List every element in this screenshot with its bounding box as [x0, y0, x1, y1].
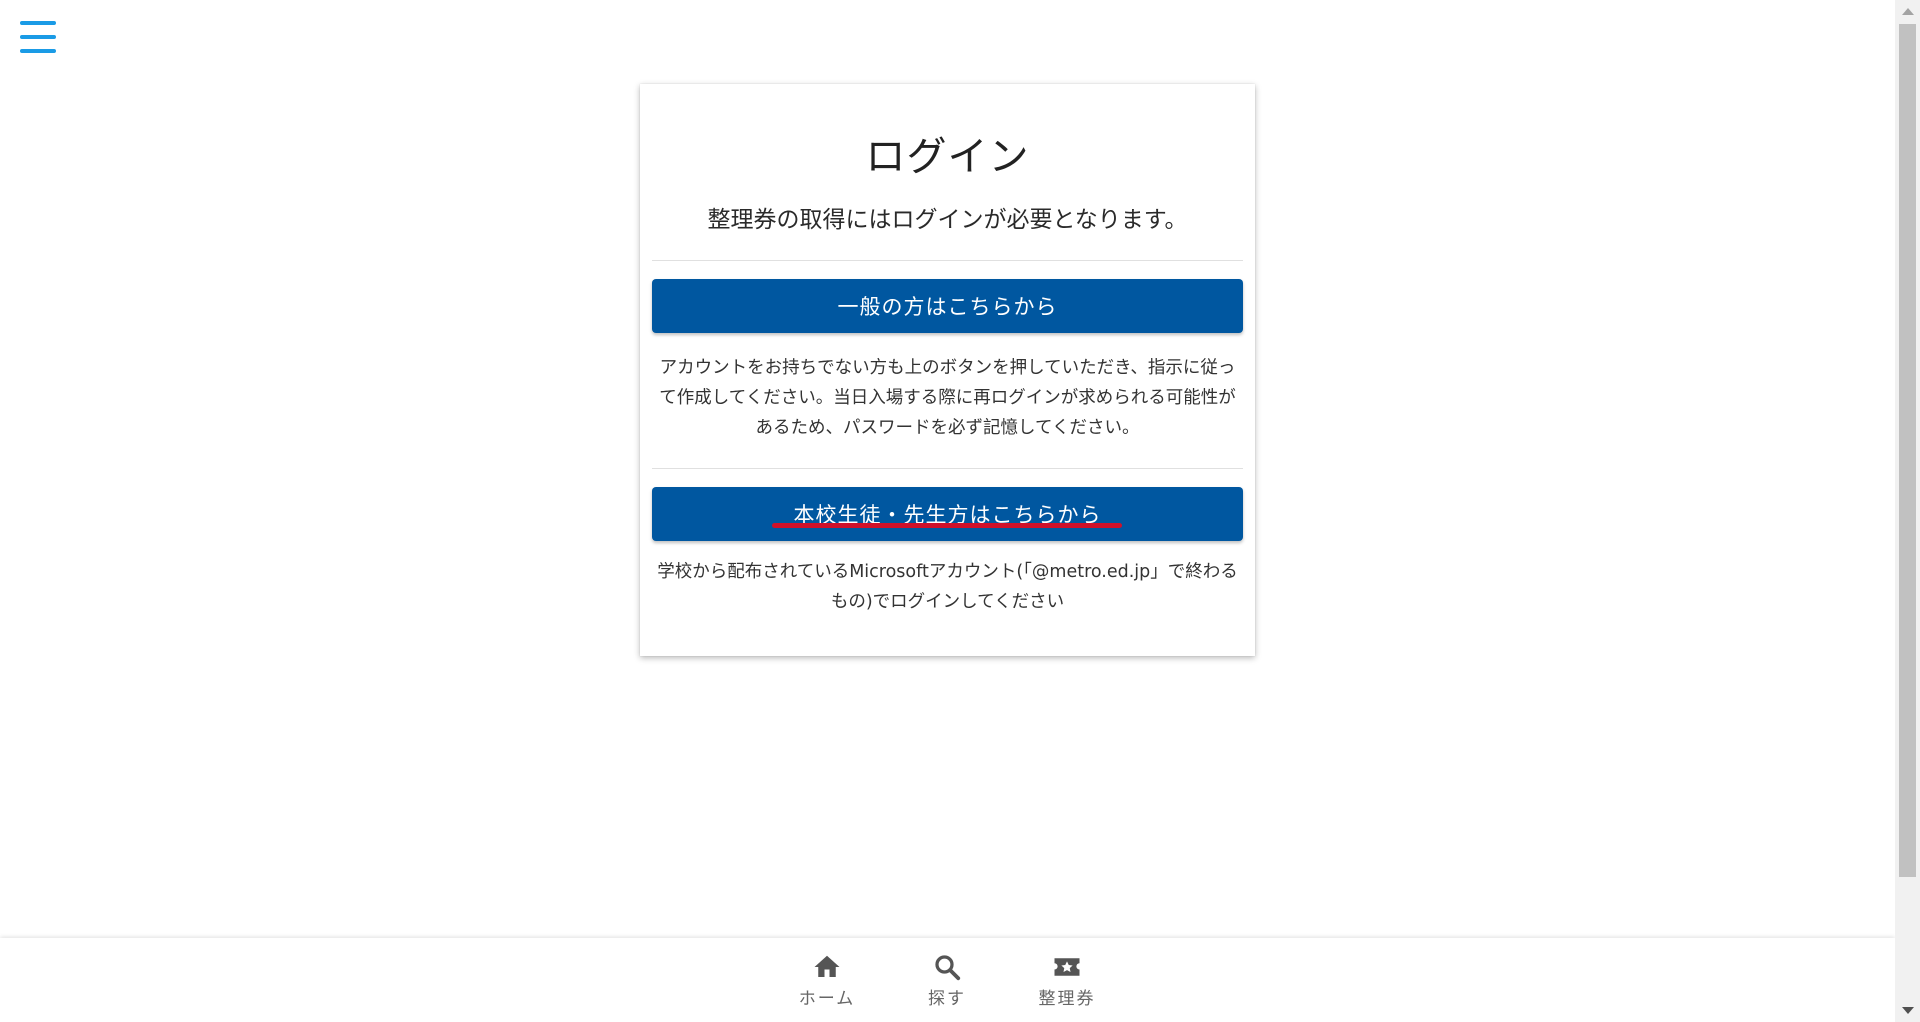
page: ログイン 整理券の取得にはログインが必要となります。 一般の方はこちらから アカ…: [0, 0, 1895, 1022]
ticket-icon: [1054, 958, 1080, 976]
scroll-up-arrow-icon[interactable]: [1902, 8, 1914, 15]
home-icon: [814, 955, 840, 977]
bottom-navigation: ホーム 探す 整理券: [0, 938, 1895, 1022]
search-icon: [935, 955, 961, 981]
scroll-down-arrow-icon[interactable]: [1902, 1007, 1914, 1014]
school-login-description: 学校から配布されているMicrosoftアカウント(「@metro.ed.jp」…: [657, 562, 1238, 612]
nav-item-search[interactable]: 探す: [902, 952, 992, 1009]
page-title: ログイン: [865, 134, 1030, 180]
nav-item-label: ホーム: [798, 989, 856, 1009]
divider: [652, 468, 1243, 469]
divider: [652, 260, 1243, 261]
red-underline-annotation: [772, 523, 1122, 528]
nav-item-label: 整理券: [1038, 989, 1096, 1009]
school-login-button[interactable]: 本校生徒・先生方はこちらから: [652, 487, 1243, 541]
nav-item-home[interactable]: ホーム: [782, 952, 872, 1009]
login-card: ログイン 整理券の取得にはログインが必要となります。 一般の方はこちらから アカ…: [640, 84, 1255, 656]
vertical-scrollbar[interactable]: [1895, 0, 1920, 1022]
general-login-button-label: 一般の方はこちらから: [837, 295, 1058, 319]
menu-bar: [20, 21, 56, 25]
menu-bar: [20, 35, 56, 39]
nav-item-ticket[interactable]: 整理券: [1022, 952, 1112, 1009]
general-login-button[interactable]: 一般の方はこちらから: [652, 279, 1243, 333]
general-login-description: アカウントをお持ちでない方も上のボタンを押していただき、指示に従って作成してくだ…: [659, 358, 1236, 438]
menu-bar: [20, 49, 56, 53]
login-subtitle: 整理券の取得にはログインが必要となります。: [707, 207, 1188, 233]
scrollbar-thumb[interactable]: [1899, 24, 1916, 877]
hamburger-menu-icon[interactable]: [18, 18, 58, 56]
nav-item-label: 探す: [928, 989, 966, 1009]
